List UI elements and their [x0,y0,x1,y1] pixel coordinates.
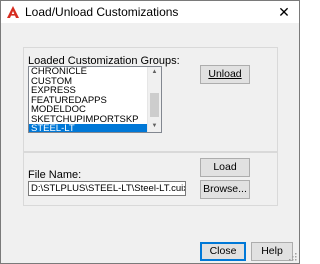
unload-button-label: Unload [208,68,242,80]
scroll-down-icon[interactable]: ▼ [148,121,161,132]
browse-button-label: Browse... [203,183,247,195]
load-button[interactable]: Load [200,158,250,177]
load-unload-dialog: Load/Unload Customizations ✕ Loaded Cust… [0,0,300,264]
window-title: Load/Unload Customizations [25,5,179,19]
list-item[interactable]: STEEL-LT [29,124,148,132]
resize-grip-icon[interactable] [287,251,297,261]
autocad-a-icon [7,6,19,18]
unload-button[interactable]: Unload [200,65,250,84]
close-button-label: Close [209,245,237,257]
browse-button[interactable]: Browse... [200,180,250,199]
list-scrollbar[interactable]: ▲ ▼ [147,67,161,132]
close-button[interactable]: Close [200,242,246,261]
file-name-label: File Name: [28,169,82,181]
title-bar[interactable]: Load/Unload Customizations ✕ [1,1,299,23]
scroll-up-icon[interactable]: ▲ [148,67,161,78]
customization-groups-list[interactable]: CHRONICLE CUSTOM EXPRESS FEATUREDAPPS MODELD… [28,66,162,133]
scroll-thumb[interactable] [150,93,159,117]
file-name-field[interactable]: D:\STLPLUS\STEEL-LT\Steel-LT.cuix [28,181,186,196]
close-window-button[interactable]: ✕ [269,1,299,23]
help-button-label: Help [261,245,283,257]
load-button-label: Load [213,161,237,173]
